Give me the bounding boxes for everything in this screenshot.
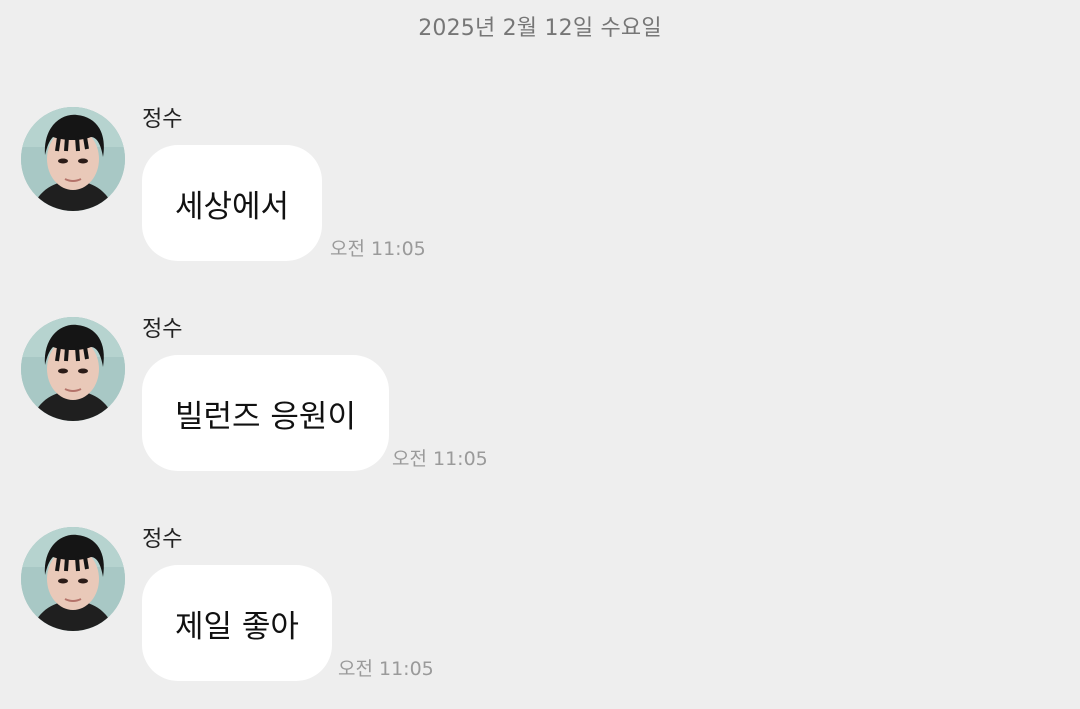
message-text: 제일 좋아 — [175, 608, 299, 645]
avatar-photo-icon — [21, 317, 125, 421]
chat-message: 정수 세상에서 오전 11:05 — [0, 107, 1080, 287]
avatar[interactable] — [21, 527, 125, 631]
message-text: 세상에서 — [175, 188, 290, 225]
date-divider: 2025년 2월 12일 수요일 — [418, 16, 662, 41]
chat-message: 정수 제일 좋아 오전 11:05 — [0, 527, 1080, 707]
sender-name: 정수 — [142, 107, 183, 132]
message-bubble[interactable]: 세상에서 — [142, 145, 323, 261]
message-bubble[interactable]: 제일 좋아 — [142, 565, 332, 681]
avatar[interactable] — [21, 107, 125, 211]
avatar[interactable] — [21, 317, 125, 421]
message-time: 오전 11:05 — [338, 658, 434, 680]
avatar-photo-icon — [21, 527, 125, 631]
avatar-photo-icon — [21, 107, 125, 211]
message-text: 빌런즈 응원이 — [175, 398, 356, 435]
message-time: 오전 11:05 — [392, 448, 488, 470]
message-time: 오전 11:05 — [330, 238, 426, 260]
sender-name: 정수 — [142, 317, 183, 342]
sender-name: 정수 — [142, 527, 183, 552]
chat-message: 정수 빌런즈 응원이 오전 11:05 — [0, 317, 1080, 497]
message-bubble[interactable]: 빌런즈 응원이 — [142, 355, 389, 471]
